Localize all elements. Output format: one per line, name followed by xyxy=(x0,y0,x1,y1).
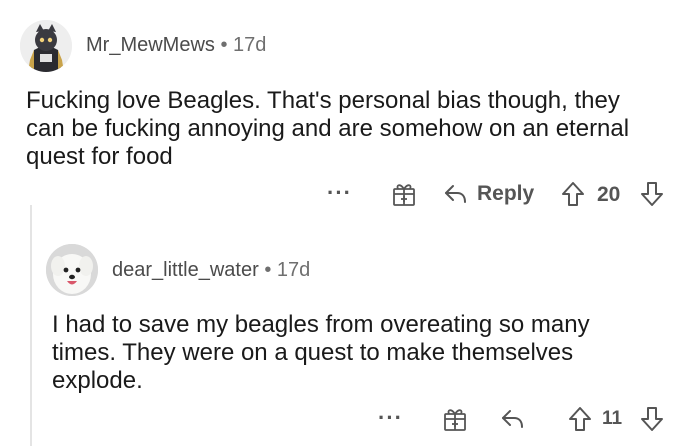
reply-arrow-icon xyxy=(443,182,469,206)
vote-count: 20 xyxy=(597,183,621,206)
reply-button[interactable] xyxy=(500,407,526,431)
comment-line: quest for food xyxy=(26,143,173,170)
comment-body: Fucking love Beagles. That's personal bi… xyxy=(26,87,629,171)
comment-line: can be fucking annoying and are somehow … xyxy=(26,115,630,142)
more-options-button[interactable]: ··· xyxy=(378,405,403,431)
separator-dot: • xyxy=(220,34,228,56)
comment-header: Mr_MewMews • 17d xyxy=(86,34,266,57)
username[interactable]: Mr_MewMews xyxy=(86,34,215,56)
downvote-arrow-icon xyxy=(640,181,664,207)
more-options-icon: ··· xyxy=(327,180,352,205)
gift-icon xyxy=(441,405,469,433)
downvote-button[interactable] xyxy=(640,181,664,207)
timestamp: 17d xyxy=(233,34,267,56)
timestamp: 17d xyxy=(276,259,311,281)
award-button[interactable] xyxy=(441,405,469,433)
comment-body: I had to save my beagles from overeating… xyxy=(52,311,590,395)
username[interactable]: dear_little_water xyxy=(112,259,259,281)
upvote-arrow-icon xyxy=(561,181,585,207)
upvote-button[interactable] xyxy=(568,406,592,432)
comment-line: explode. xyxy=(52,367,143,394)
gift-icon xyxy=(390,180,418,208)
separator-dot: • xyxy=(264,259,272,281)
more-options-button[interactable]: ··· xyxy=(327,180,352,206)
award-button[interactable] xyxy=(390,180,418,208)
more-options-icon: ··· xyxy=(378,405,403,430)
avatar[interactable] xyxy=(20,20,72,72)
comment-line: times. They were on a quest to make them… xyxy=(52,339,574,366)
reply-arrow-icon xyxy=(500,407,526,431)
comment-line: Fucking love Beagles. That's personal bi… xyxy=(26,87,620,114)
avatar[interactable] xyxy=(46,244,98,296)
vote-count: 11 xyxy=(602,408,623,429)
upvote-arrow-icon xyxy=(568,406,592,432)
reply-label: Reply xyxy=(477,182,535,205)
downvote-button[interactable] xyxy=(640,406,664,432)
comment-header: dear_little_water • 17d xyxy=(112,259,310,282)
reply-button[interactable]: Reply xyxy=(443,182,534,206)
upvote-button[interactable] xyxy=(561,181,585,207)
thread-line[interactable] xyxy=(30,205,32,446)
comment-line: I had to save my beagles from overeating… xyxy=(52,311,590,338)
downvote-arrow-icon xyxy=(640,406,664,432)
